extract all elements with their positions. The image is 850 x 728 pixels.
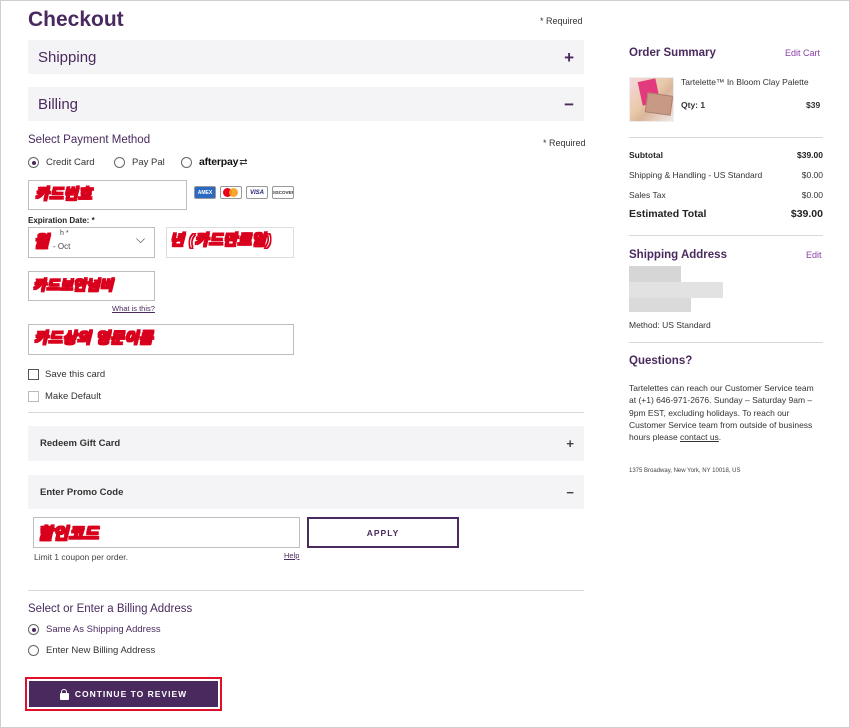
discover-icon: DISCOVER (272, 186, 294, 199)
help-link[interactable]: Help (284, 551, 299, 560)
divider (629, 342, 823, 343)
order-summary-heading: Order Summary (629, 47, 716, 59)
shipping-label: Shipping (38, 48, 97, 66)
make-default-checkbox[interactable]: Make Default (28, 391, 101, 402)
promo-annotation: 할인코드 (38, 526, 99, 544)
same-as-shipping-option[interactable]: Same As Shipping Address (28, 624, 161, 635)
questions-text: Tartelettes can reach our Customer Servi… (629, 382, 823, 443)
edit-address-link[interactable]: Edit (806, 250, 822, 260)
cta-highlight: CONTINUE TO REVIEW (25, 677, 222, 711)
save-card-checkbox[interactable]: Save this card (28, 369, 105, 380)
new-billing-address-option[interactable]: Enter New Billing Address (28, 645, 155, 656)
continue-to-review-button[interactable]: CONTINUE TO REVIEW (29, 681, 218, 707)
shipping-method: Method: US Standard (629, 320, 711, 330)
card-brand-icons: AMEX VISA DISCOVER (194, 186, 294, 199)
divider (629, 235, 823, 236)
coupon-limit-note: Limit 1 coupon per order. (34, 552, 129, 562)
divider (28, 412, 584, 413)
product-thumbnail (629, 77, 674, 122)
apply-button[interactable]: APPLY (307, 517, 459, 548)
gift-card-accordion[interactable]: Redeem Gift Card + (28, 426, 584, 461)
afterpay-loop-icon: ⇄ (239, 156, 248, 168)
subtotal-label: Subtotal (629, 150, 663, 160)
contact-us-link[interactable]: contact us (680, 432, 719, 442)
checkbox-icon[interactable] (28, 391, 39, 402)
name-annotation: 카드상의 영문이름 (33, 330, 154, 348)
redacted-address (629, 282, 723, 298)
checkbox-icon[interactable] (28, 369, 39, 380)
mastercard-icon (220, 186, 242, 199)
collapse-icon[interactable]: − (564, 96, 574, 113)
required-note: * Required (540, 16, 583, 26)
shipping-row: Shipping & Handling - US Standard $0.00 (629, 170, 823, 180)
divider (629, 137, 823, 138)
month-small-label: h * (60, 230, 69, 237)
gift-card-label: Redeem Gift Card (40, 438, 121, 449)
chevron-down-icon[interactable]: ⌵ (136, 232, 145, 247)
collapse-icon[interactable]: − (566, 486, 574, 499)
save-card-label: Save this card (45, 369, 106, 380)
tax-row: Sales Tax $0.00 (629, 190, 823, 200)
payment-afterpay[interactable]: afterpay ⇄ (181, 156, 248, 168)
expand-icon[interactable]: + (564, 49, 574, 66)
product-qty: Qty: 1 (681, 100, 706, 110)
billing-address-heading: Select or Enter a Billing Address (28, 603, 193, 615)
visa-icon: VISA (246, 186, 268, 199)
card-number-annotation: 카드번호 (34, 186, 93, 204)
divider (28, 590, 584, 591)
total-value: $39.00 (790, 208, 823, 220)
afterpay-logo: afterpay (199, 156, 239, 168)
total-label: Estimated Total (629, 208, 707, 220)
edit-cart-link[interactable]: Edit Cart (785, 48, 820, 58)
company-address: 1375 Broadway, New York, NY 10018, US (629, 468, 741, 474)
shipping-address-heading: Shipping Address (629, 249, 727, 261)
amex-icon: AMEX (194, 186, 216, 199)
lock-icon (59, 688, 69, 700)
redacted-address (629, 298, 691, 312)
paypal-label: Pay Pal (132, 157, 165, 168)
expand-icon[interactable]: + (566, 437, 574, 450)
subtotal-row: Subtotal $39.00 (629, 150, 823, 160)
questions-end: . (718, 432, 722, 443)
radio-selected-icon[interactable] (28, 624, 39, 635)
month-annotation: 월 (33, 234, 50, 252)
month-value: - Oct (53, 242, 71, 251)
payment-credit-card[interactable]: Credit Card (28, 157, 95, 168)
billing-label: Billing (38, 95, 79, 113)
radio-icon[interactable] (114, 157, 125, 168)
billing-accordion[interactable]: Billing − (28, 87, 584, 121)
radio-selected-icon[interactable] (28, 157, 39, 168)
total-row: Estimated Total $39.00 (629, 208, 823, 220)
same-as-shipping-label: Same As Shipping Address (46, 624, 161, 635)
promo-accordion[interactable]: Enter Promo Code − (28, 475, 584, 509)
shipping-accordion[interactable]: Shipping + (28, 40, 584, 74)
product-name: Tartelette™ In Bloom Clay Palette (681, 77, 809, 87)
subtotal-value: $39.00 (797, 150, 823, 160)
questions-heading: Questions? (629, 355, 693, 367)
radio-icon[interactable] (181, 156, 192, 168)
payment-paypal[interactable]: Pay Pal (114, 157, 165, 168)
shipping-cost-label: Shipping & Handling - US Standard (629, 170, 763, 180)
questions-body: Tartelettes can reach our Customer Servi… (629, 383, 814, 443)
what-is-this-link[interactable]: What is this? (112, 304, 155, 313)
new-billing-address-label: Enter New Billing Address (46, 645, 156, 656)
promo-label: Enter Promo Code (40, 486, 124, 498)
payment-method-heading: Select Payment Method (28, 134, 151, 146)
tax-label: Sales Tax (629, 190, 666, 200)
cvv-annotation: 카드보안넘버 (32, 277, 114, 294)
year-annotation: 년 (카드만료일) (169, 232, 272, 250)
make-default-label: Make Default (45, 391, 101, 402)
product-price: $39 (806, 100, 821, 110)
redacted-address (629, 266, 681, 282)
shipping-cost-value: $0.00 (801, 170, 823, 180)
page-title: Checkout (28, 8, 124, 31)
expiration-label: Expiration Date: * (28, 216, 95, 225)
tax-value: $0.00 (801, 190, 823, 200)
credit-card-label: Credit Card (46, 157, 95, 168)
continue-label: CONTINUE TO REVIEW (74, 689, 188, 699)
payment-required-note: * Required (543, 138, 586, 148)
radio-icon[interactable] (28, 645, 39, 656)
